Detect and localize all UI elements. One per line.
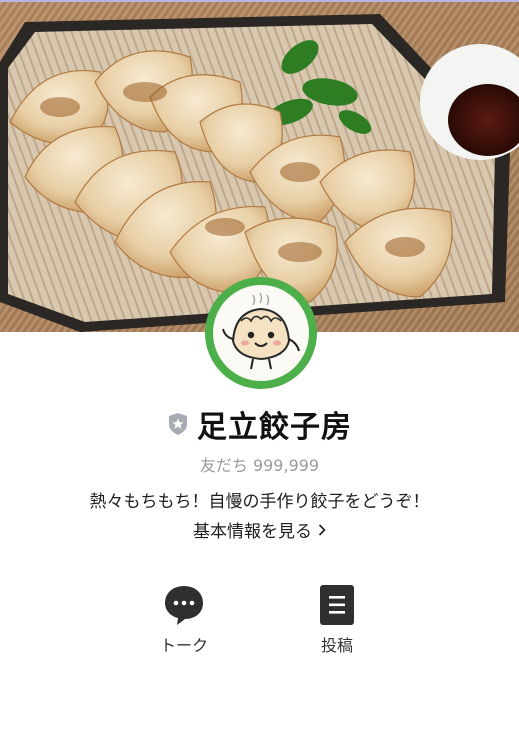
talk-button-label: トーク	[159, 636, 208, 655]
friends-count: 友だち 999,999	[199, 456, 320, 475]
chevron-right-icon	[318, 523, 326, 536]
post-button[interactable]: 投稿	[297, 584, 377, 656]
account-name-row: 足立餃子房	[0, 404, 519, 445]
chat-bubble-icon	[165, 586, 203, 625]
verified-shield-icon	[169, 413, 187, 435]
post-document-icon	[320, 585, 354, 625]
talk-button[interactable]: トーク	[144, 584, 224, 656]
status-message: 熱々もちもち！自慢の手作り餃子をどうぞ！	[89, 492, 430, 512]
account-name: 足立餃子房	[197, 410, 352, 445]
view-basic-info-label: 基本情報を見る	[193, 522, 312, 542]
profile-avatar[interactable]	[205, 277, 317, 389]
post-button-label: 投稿	[320, 636, 353, 655]
avatar-image	[213, 285, 309, 381]
view-basic-info-link[interactable]: 基本情報を見る	[0, 517, 519, 542]
gyoza-mascot-icon	[222, 292, 300, 370]
